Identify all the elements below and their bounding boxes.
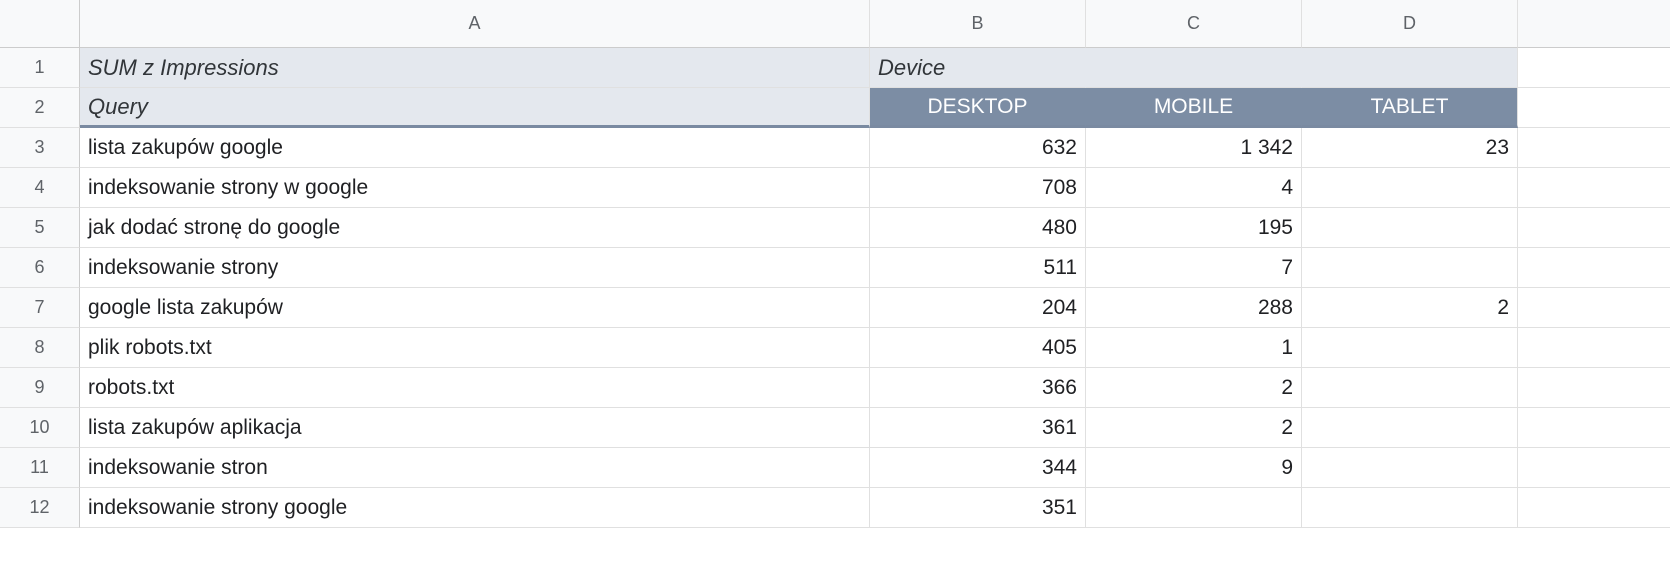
query-cell[interactable]: lista zakupów google — [80, 128, 870, 168]
cell-blank[interactable] — [1518, 88, 1670, 128]
value-cell-desktop[interactable]: 480 — [870, 208, 1086, 248]
row-header-12[interactable]: 12 — [0, 488, 80, 528]
value-cell-mobile[interactable] — [1086, 488, 1302, 528]
pivot-value-field-label[interactable]: SUM z Impressions — [80, 48, 870, 88]
value-cell-tablet[interactable] — [1302, 408, 1518, 448]
value-cell-mobile[interactable]: 2 — [1086, 368, 1302, 408]
value-cell-desktop[interactable]: 632 — [870, 128, 1086, 168]
pivot-row-field-label[interactable]: Query — [80, 88, 870, 128]
value-cell-desktop[interactable]: 366 — [870, 368, 1086, 408]
value-cell-desktop[interactable]: 204 — [870, 288, 1086, 328]
value-cell-mobile[interactable]: 288 — [1086, 288, 1302, 328]
row-header-3[interactable]: 3 — [0, 128, 80, 168]
query-cell[interactable]: indeksowanie stron — [80, 448, 870, 488]
value-cell-mobile[interactable]: 1 342 — [1086, 128, 1302, 168]
select-all-corner[interactable] — [0, 0, 80, 48]
value-cell-tablet[interactable]: 23 — [1302, 128, 1518, 168]
query-cell[interactable]: plik robots.txt — [80, 328, 870, 368]
value-cell-desktop[interactable]: 351 — [870, 488, 1086, 528]
cell-blank[interactable] — [1518, 48, 1670, 88]
value-cell-desktop[interactable]: 511 — [870, 248, 1086, 288]
row-header-2[interactable]: 2 — [0, 88, 80, 128]
pivot-col-desktop[interactable]: DESKTOP — [870, 88, 1086, 128]
query-cell[interactable]: indeksowanie strony — [80, 248, 870, 288]
query-cell[interactable]: lista zakupów aplikacja — [80, 408, 870, 448]
cell-blank[interactable] — [1518, 128, 1670, 168]
value-cell-tablet[interactable] — [1302, 208, 1518, 248]
query-cell[interactable]: indeksowanie strony w google — [80, 168, 870, 208]
cell-blank[interactable] — [1518, 168, 1670, 208]
col-header-blank — [1518, 0, 1670, 48]
value-cell-tablet[interactable] — [1302, 328, 1518, 368]
value-cell-desktop[interactable]: 344 — [870, 448, 1086, 488]
pivot-column-field-label[interactable]: Device — [870, 48, 1086, 88]
query-cell[interactable]: indeksowanie strony google — [80, 488, 870, 528]
cell-blank[interactable] — [1518, 488, 1670, 528]
query-cell[interactable]: google lista zakupów — [80, 288, 870, 328]
cell-blank[interactable] — [1518, 288, 1670, 328]
value-cell-mobile[interactable]: 1 — [1086, 328, 1302, 368]
row-header-10[interactable]: 10 — [0, 408, 80, 448]
cell-blank[interactable] — [1518, 208, 1670, 248]
query-cell[interactable]: jak dodać stronę do google — [80, 208, 870, 248]
row-header-5[interactable]: 5 — [0, 208, 80, 248]
pivot-col-mobile[interactable]: MOBILE — [1086, 88, 1302, 128]
row-header-7[interactable]: 7 — [0, 288, 80, 328]
cell-blank[interactable] — [1518, 368, 1670, 408]
query-cell[interactable]: robots.txt — [80, 368, 870, 408]
value-cell-tablet[interactable] — [1302, 448, 1518, 488]
col-header-D[interactable]: D — [1302, 0, 1518, 48]
cell-blank[interactable] — [1518, 248, 1670, 288]
value-cell-mobile[interactable]: 9 — [1086, 448, 1302, 488]
cell-blank[interactable] — [1518, 448, 1670, 488]
value-cell-desktop[interactable]: 405 — [870, 328, 1086, 368]
pivot-col-tablet[interactable]: TABLET — [1302, 88, 1518, 128]
cell-blank[interactable] — [1518, 328, 1670, 368]
col-header-C[interactable]: C — [1086, 0, 1302, 48]
value-cell-tablet[interactable] — [1302, 488, 1518, 528]
row-header-4[interactable]: 4 — [0, 168, 80, 208]
row-header-8[interactable]: 8 — [0, 328, 80, 368]
spreadsheet-grid[interactable]: A B C D 1 SUM z Impressions Device 2 Que… — [0, 0, 1670, 528]
value-cell-mobile[interactable]: 195 — [1086, 208, 1302, 248]
row-header-11[interactable]: 11 — [0, 448, 80, 488]
value-cell-mobile[interactable]: 2 — [1086, 408, 1302, 448]
row-header-1[interactable]: 1 — [0, 48, 80, 88]
value-cell-mobile[interactable]: 7 — [1086, 248, 1302, 288]
value-cell-tablet[interactable] — [1302, 248, 1518, 288]
col-header-A[interactable]: A — [80, 0, 870, 48]
value-cell-tablet[interactable] — [1302, 168, 1518, 208]
value-cell-desktop[interactable]: 708 — [870, 168, 1086, 208]
value-cell-mobile[interactable]: 4 — [1086, 168, 1302, 208]
row-header-6[interactable]: 6 — [0, 248, 80, 288]
pivot-header-blank — [1302, 48, 1518, 88]
value-cell-desktop[interactable]: 361 — [870, 408, 1086, 448]
value-cell-tablet[interactable]: 2 — [1302, 288, 1518, 328]
row-header-9[interactable]: 9 — [0, 368, 80, 408]
pivot-header-blank — [1086, 48, 1302, 88]
col-header-B[interactable]: B — [870, 0, 1086, 48]
value-cell-tablet[interactable] — [1302, 368, 1518, 408]
cell-blank[interactable] — [1518, 408, 1670, 448]
